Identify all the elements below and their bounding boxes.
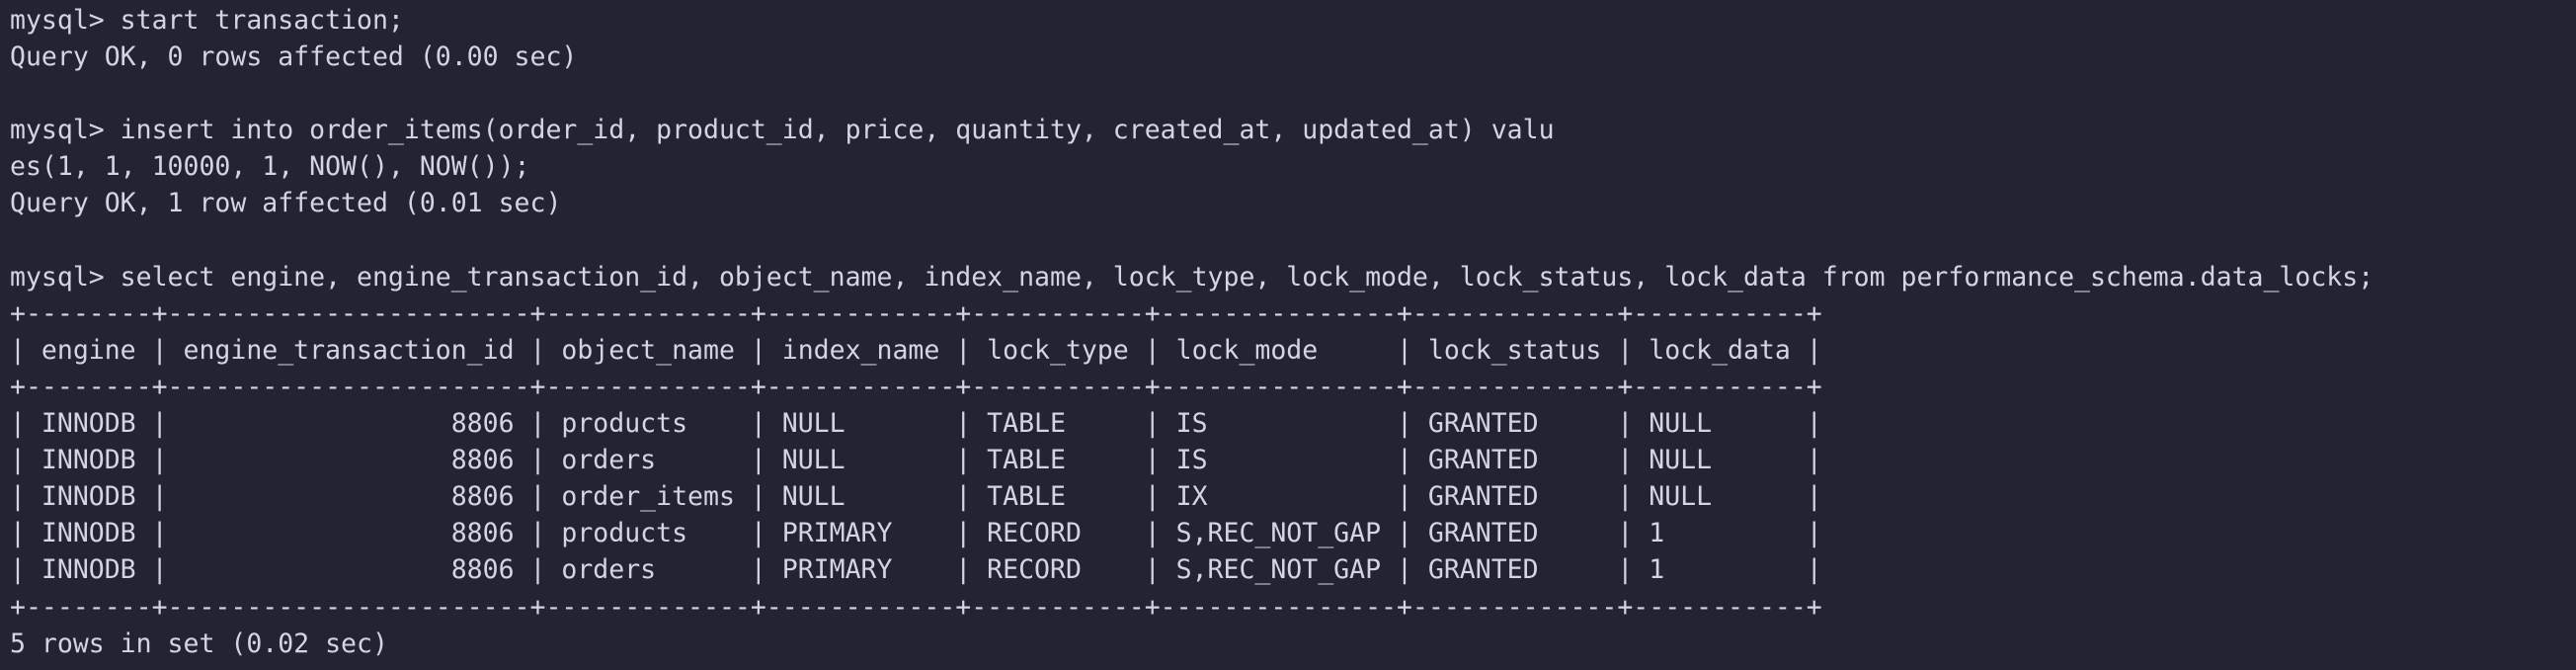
table-header-row: | engine | engine_transaction_id | objec…	[10, 334, 1822, 366]
terminal-window[interactable]: mysql> start transaction; Query OK, 0 ro…	[0, 0, 2576, 670]
table-row: | INNODB | 8806 | products | PRIMARY | R…	[10, 518, 1822, 549]
command-line-start-transaction: mysql> start transaction;	[10, 5, 404, 36]
table-row: | INNODB | 8806 | orders | PRIMARY | REC…	[10, 554, 1822, 586]
output-line-row-count: 5 rows in set (0.02 sec)	[10, 628, 388, 659]
table-row: | INNODB | 8806 | order_items | NULL | T…	[10, 481, 1822, 513]
command-line-insert: mysql> insert into order_items(order_id,…	[10, 115, 1555, 146]
command-line-insert-wrap: es(1, 1, 10000, 1, NOW(), NOW());	[10, 151, 530, 183]
table-row: | INNODB | 8806 | orders | NULL | TABLE …	[10, 445, 1822, 476]
table-row: | INNODB | 8806 | products | NULL | TABL…	[10, 408, 1822, 440]
command-line-select: mysql> select engine, engine_transaction…	[10, 261, 2375, 293]
table-border: +--------+-----------------------+------…	[10, 371, 1822, 402]
table-border: +--------+-----------------------+------…	[10, 297, 1822, 329]
output-line: Query OK, 1 row affected (0.01 sec)	[10, 188, 562, 219]
output-line: Query OK, 0 rows affected (0.00 sec)	[10, 42, 578, 73]
table-border: +--------+-----------------------+------…	[10, 591, 1822, 623]
